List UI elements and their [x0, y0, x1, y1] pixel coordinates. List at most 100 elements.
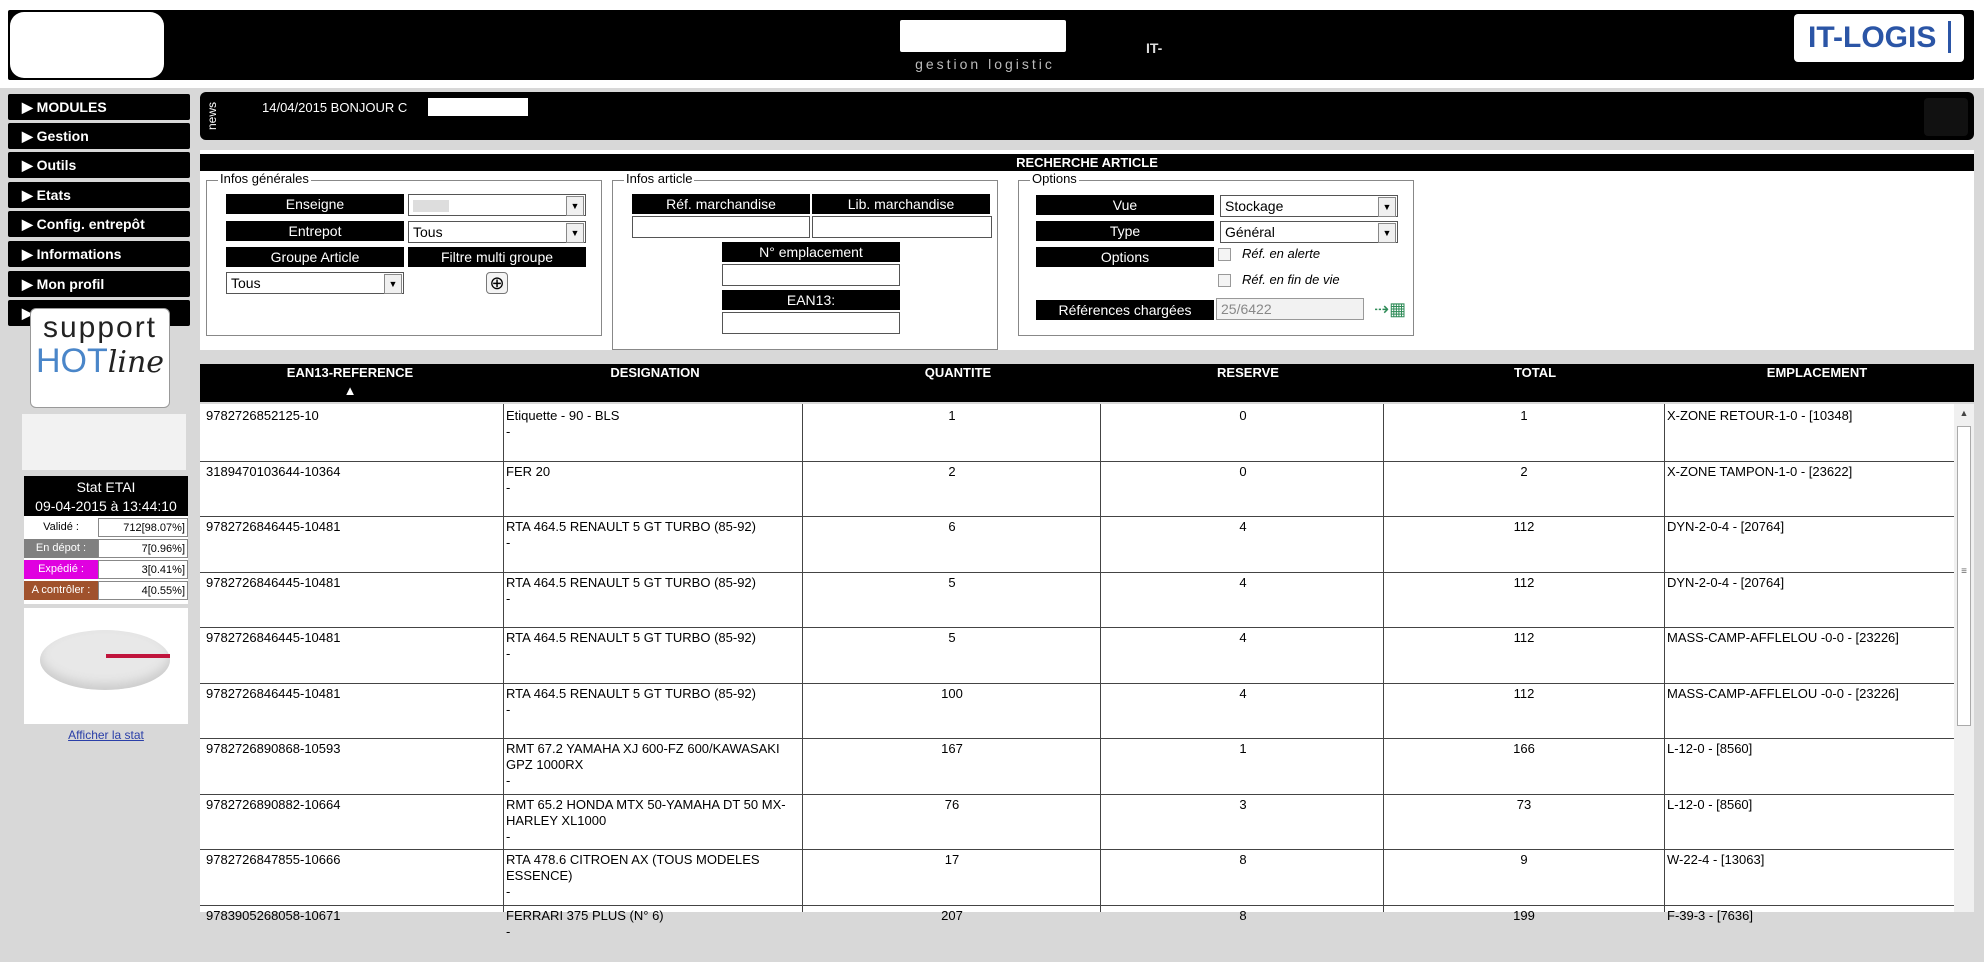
legend-infos-generales: Infos générales [218, 171, 311, 186]
cell-designation: FER 20 [506, 464, 551, 479]
cell-total: 112 [1513, 519, 1535, 534]
brand-logo[interactable]: IT-LOGIS [1794, 14, 1964, 62]
checkbox-ref-alerte[interactable] [1218, 248, 1231, 261]
cell-ean: 9782726846445-10481 [206, 519, 341, 534]
cell-empl: MASS-CAMP-AFFLELOU -0-0 - [23226] [1667, 686, 1899, 701]
news-redacted [428, 98, 528, 116]
export-excel-icon[interactable]: ⇢▦ [1374, 298, 1406, 320]
cell-total: 199 [1513, 908, 1535, 923]
stat-label: Validé : [24, 518, 99, 537]
label-entrepot: Entrepot [226, 221, 404, 241]
cell-res: 4 [1239, 686, 1247, 701]
checkbox-ref-fin-de-vie[interactable] [1218, 274, 1231, 287]
cell-ean: 9782726890868-10593 [206, 741, 341, 756]
chevron-down-icon: ▼ [566, 196, 584, 216]
label-ref-fin-de-vie: Réf. en fin de vie [1242, 272, 1340, 287]
menu-item-informations[interactable]: ▶ Informations [8, 241, 190, 267]
cell-qty: 76 [944, 797, 960, 812]
designation-dash: - [506, 535, 511, 550]
cell-qty: 100 [941, 686, 963, 701]
client-logo[interactable] [10, 12, 164, 78]
col-header-total[interactable]: TOTAL [1390, 364, 1680, 382]
support-hotline-logo[interactable]: support HOTline [30, 308, 170, 408]
input-lib-marchandise[interactable] [812, 216, 992, 238]
news-text: 14/04/2015 BONJOUR C [262, 100, 408, 115]
line-text: line [107, 345, 165, 380]
cell-empl: L-12-0 - [8560] [1667, 797, 1753, 812]
cell-empl: W-22-4 - [13063] [1667, 852, 1765, 867]
designation-dash: - [506, 773, 511, 788]
cell-res: 0 [1239, 408, 1247, 423]
stat-value: 4[0.55%] [98, 581, 188, 600]
menu-item-outils[interactable]: ▶ Outils [8, 152, 190, 178]
label-options: Options [1036, 247, 1214, 267]
select-vue[interactable]: Stockage ▼ [1220, 195, 1398, 217]
menu-item-mon-profil[interactable]: ▶ Mon profil [8, 271, 190, 297]
label-enseigne: Enseigne [226, 194, 404, 214]
cell-empl: DYN-2-0-4 - [20764] [1667, 519, 1785, 534]
scroll-up-icon[interactable]: ▲ [1957, 408, 1971, 422]
cell-ean: 9782726847855-10666 [206, 852, 341, 867]
cell-empl: DYN-2-0-4 - [20764] [1667, 575, 1785, 590]
label-ean13: EAN13: [722, 290, 900, 310]
cell-ean: 9782726846445-10481 [206, 575, 341, 590]
cell-total: 112 [1513, 575, 1535, 590]
label-ref-marchandise: Réf. marchandise [632, 194, 810, 214]
cell-empl: X-ZONE TAMPON-1-0 - [23622] [1667, 464, 1853, 479]
cell-designation: RTA 478.6 CITROEN AX (TOUS MODELES ESSEN… [506, 852, 760, 883]
stat-value: 712[98.07%] [98, 518, 188, 537]
stat-row-en-depot: En dépot : 7[0.96%] [24, 539, 188, 559]
header-subtitle: gestion logistic [915, 56, 1055, 72]
header-it-mark: IT- [1146, 40, 1163, 56]
menu-item-gestion[interactable]: ▶ Gestion [8, 123, 190, 149]
cell-designation: RTA 464.5 RENAULT 5 GT TURBO (85-92) [506, 630, 756, 645]
cell-res: 4 [1239, 630, 1247, 645]
news-label: news [205, 102, 219, 131]
cell-qty: 2 [948, 464, 956, 479]
show-stat-link[interactable]: Afficher la stat [24, 728, 188, 742]
legend-infos-article: Infos article [624, 171, 695, 186]
select-enseigne[interactable]: ▼ [408, 194, 586, 216]
cell-qty: 17 [944, 852, 960, 867]
cell-qty: 5 [948, 630, 956, 645]
add-filter-icon[interactable]: ⊕ [486, 272, 508, 294]
input-ean13[interactable] [722, 312, 900, 334]
col-header-ean13[interactable]: EAN13-REFERENCE ▲ [200, 364, 500, 400]
cell-designation: RMT 65.2 HONDA MTX 50-YAMAHA DT 50 MX-HA… [506, 797, 786, 828]
scroll-grip-icon: ≡ [1961, 566, 1967, 577]
cell-res: 4 [1239, 519, 1247, 534]
chevron-down-icon: ▼ [566, 223, 584, 243]
legend-options: Options [1030, 171, 1079, 186]
cell-empl: L-12-0 - [8560] [1667, 741, 1753, 756]
col-label: EAN13-REFERENCE [286, 365, 414, 380]
type-value: Général [1225, 224, 1275, 240]
chevron-down-icon: ▼ [1378, 223, 1396, 243]
cell-total: 166 [1513, 741, 1535, 756]
col-header-reserve[interactable]: RESERVE [1106, 364, 1390, 382]
chevron-down-icon: ▼ [384, 274, 402, 294]
select-type[interactable]: Général ▼ [1220, 221, 1398, 243]
cell-ean: 9782726890882-10664 [206, 797, 341, 812]
col-header-designation[interactable]: DESIGNATION [500, 364, 810, 382]
label-type: Type [1036, 221, 1214, 241]
cell-res: 3 [1239, 797, 1247, 812]
center-logo [900, 20, 1066, 52]
menu-item-modules[interactable]: ▶ MODULES [8, 94, 190, 120]
cell-designation: RTA 464.5 RENAULT 5 GT TURBO (85-92) [506, 575, 756, 590]
stat-row-valide: Validé : 712[98.07%] [24, 518, 188, 538]
col-header-emplacement[interactable]: EMPLACEMENT [1680, 364, 1954, 382]
cell-ean: 9782726846445-10481 [206, 630, 341, 645]
designation-dash: - [506, 646, 511, 661]
stat-row-expedie: Expédié : 3[0.41%] [24, 560, 188, 580]
input-n-emplacement[interactable] [722, 264, 900, 286]
select-entrepot[interactable]: Tous ▼ [408, 221, 586, 243]
cell-total: 112 [1513, 686, 1535, 701]
select-groupe-article[interactable]: Tous ▼ [226, 272, 404, 294]
menu-item-etats[interactable]: ▶ Etats [8, 182, 190, 208]
cell-qty: 167 [941, 741, 963, 756]
menu-item-config-entrepot[interactable]: ▶ Config. entrepôt [8, 211, 190, 237]
col-header-quantite[interactable]: QUANTITE [810, 364, 1106, 382]
news-close-icon[interactable] [1924, 98, 1968, 136]
input-ref-marchandise[interactable] [632, 216, 810, 238]
label-ref-alerte: Réf. en alerte [1242, 246, 1321, 261]
